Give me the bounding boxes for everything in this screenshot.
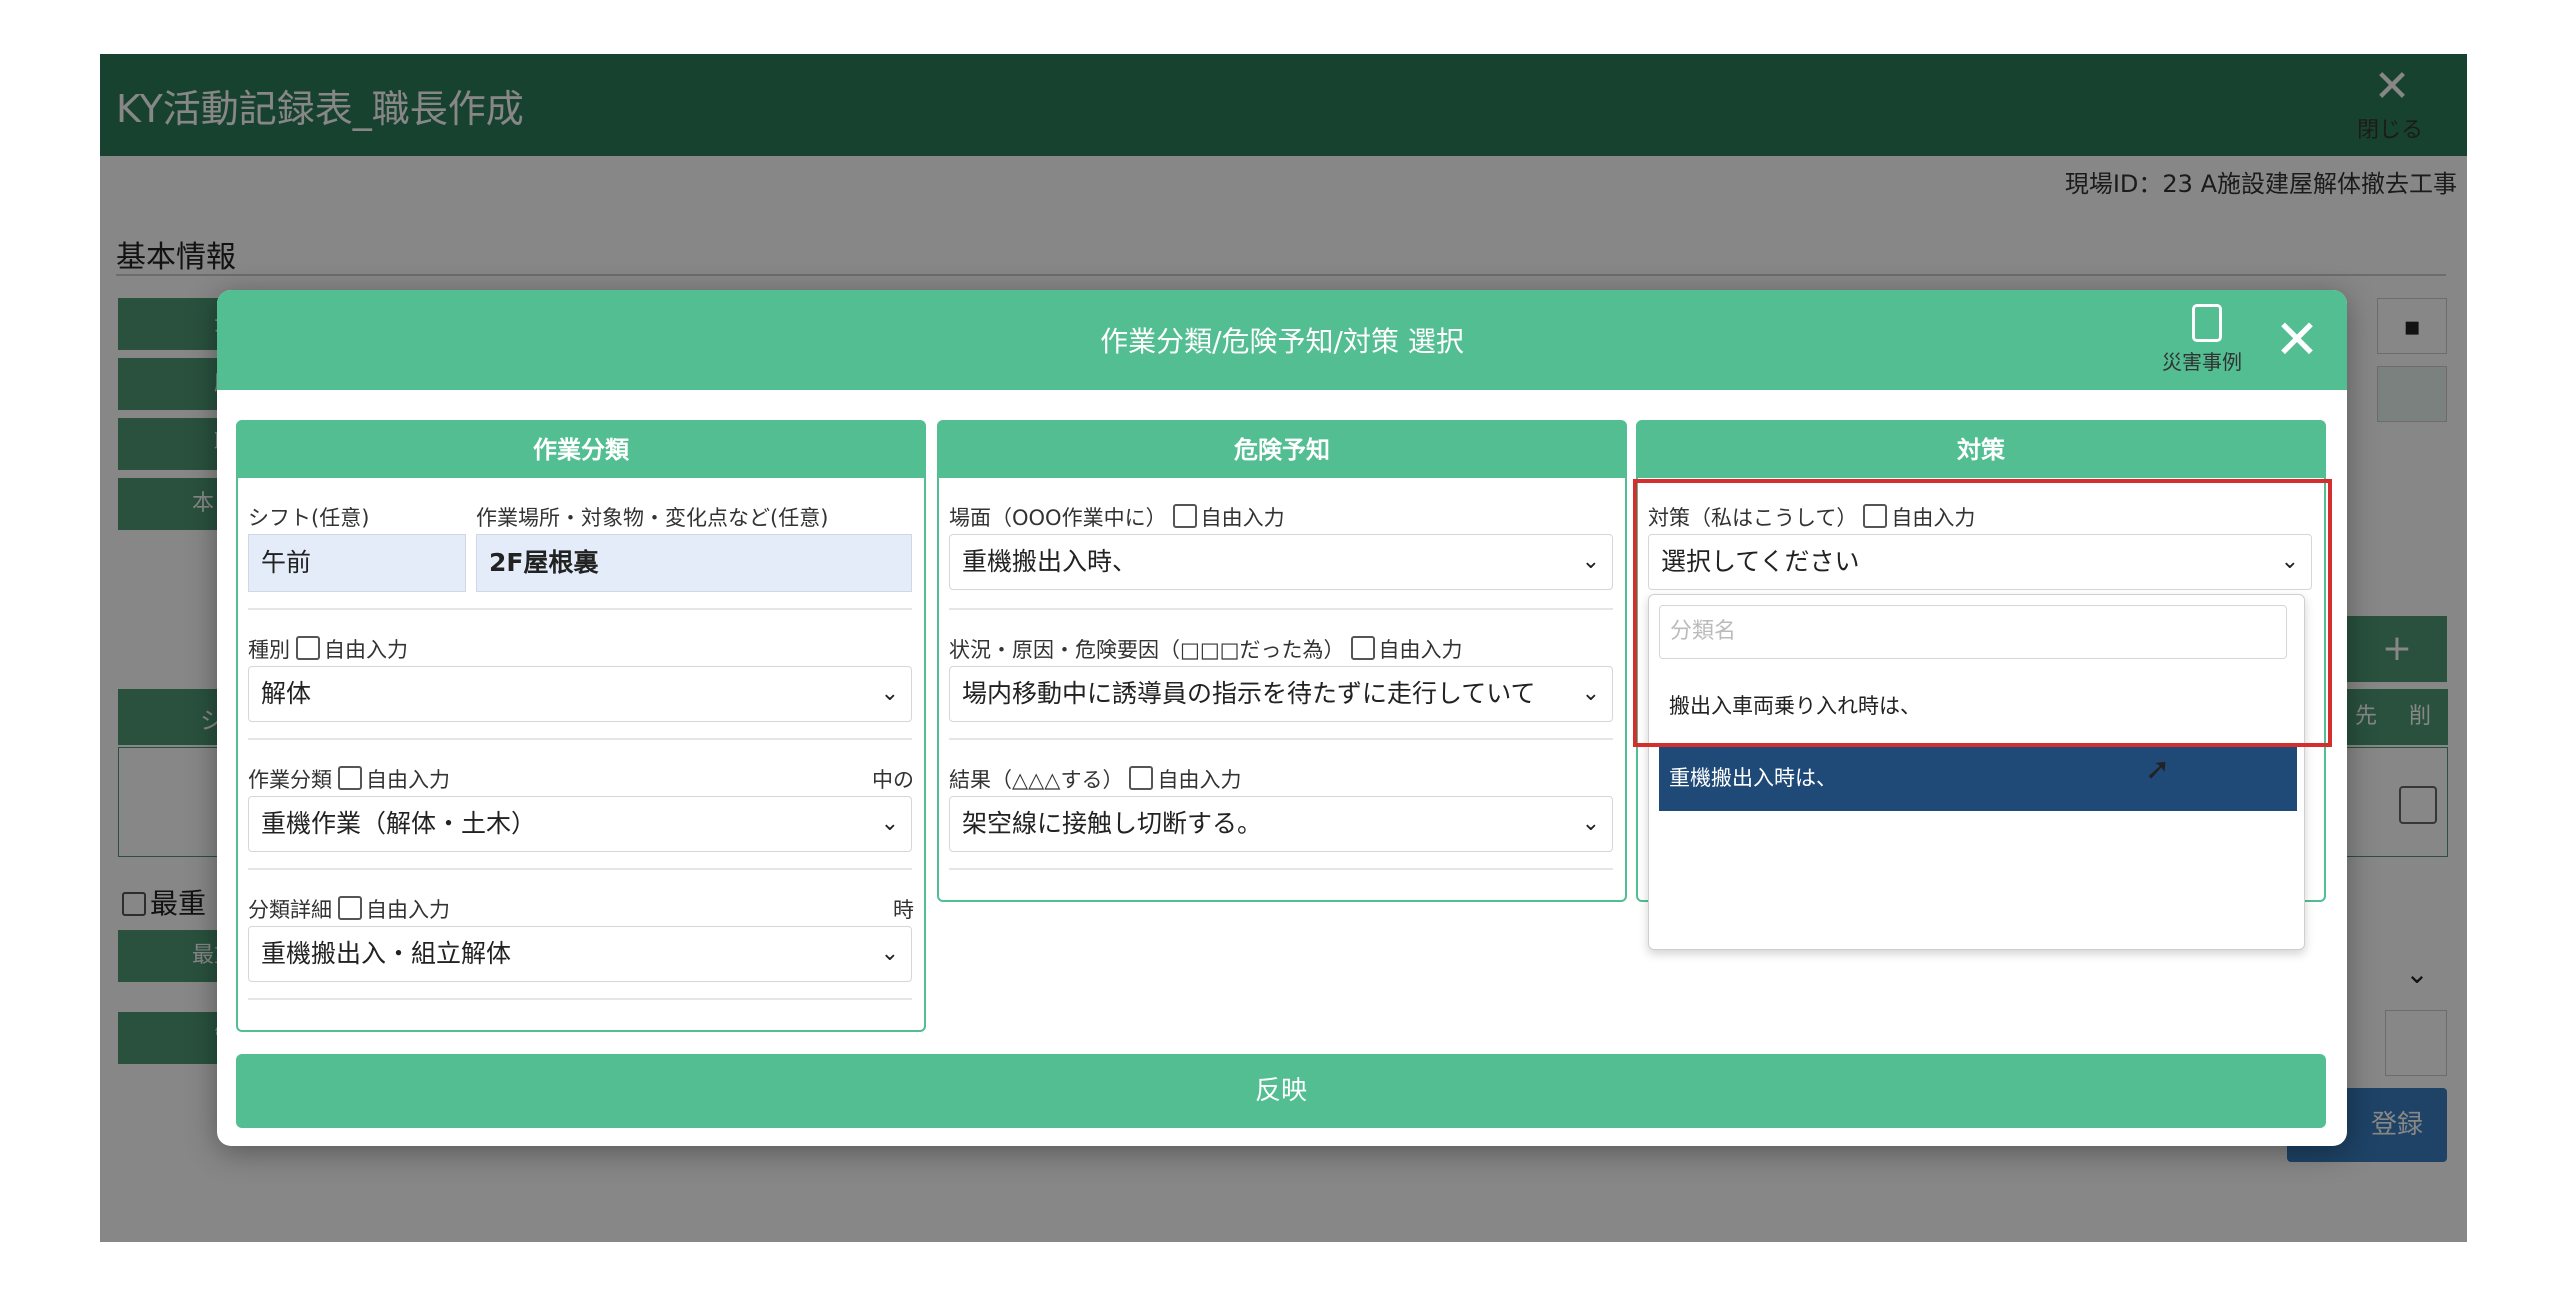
dropdown-search-input[interactable]: 分類名 [1659,605,2287,659]
scene-select[interactable]: 重機搬出入時、 ⌄ [949,534,1613,590]
cause-value: 場内移動中に誘導員の指示を待たずに走行していて [962,679,1536,708]
cause-select[interactable]: 場内移動中に誘導員の指示を待たずに走行していて ⌄ [949,666,1613,722]
hazard-header: 危険予知 [939,422,1625,478]
mouse-cursor-icon: ➚ [2145,752,2171,787]
countermeasure-panel: 対策 対策（私はこうして）自由入力 選択してください⌄ 対 結 分類名 搬出入車… [1636,420,2326,950]
checkbox-icon[interactable] [1863,504,1888,528]
modal-title: 作業分類/危険予知/対策 選択 [1100,325,1464,358]
detail-label: 分類詳細 自由入力 [248,896,450,922]
category-select[interactable]: 重機作業（解体・土木） ⌄ [248,796,912,852]
shift-field[interactable]: 午前 [248,534,466,592]
chevron-down-icon: ⌄ [1581,549,1600,574]
countermeasure-header: 対策 [1638,422,2324,478]
category-label: 作業分類 自由入力 [248,766,450,792]
place-field[interactable]: 2F屋根裏 [476,534,912,592]
apply-button[interactable]: 反映 [236,1054,2326,1128]
type-value: 解体 [261,679,312,708]
work-category-panel: 作業分類 シフト(任意) 作業場所・対象物・変化点など(任意) 午前 2F屋根裏… [236,420,926,1032]
detail-value: 重機搬出入・組立解体 [261,939,512,968]
cause-label: 状況・原因・危険要因（□□□だった為） 自由入力 [949,636,1463,662]
measure-select[interactable]: 選択してください ⌄ [1648,534,2312,590]
result-select[interactable]: 架空線に接触し切断する。 ⌄ [949,796,1613,852]
chevron-down-icon: ⌄ [1581,811,1600,836]
dropdown-option[interactable]: 搬出入車両乗り入れ時は、 [1659,673,2297,739]
result-value: 架空線に接触し切断する。 [962,809,1263,838]
close-icon[interactable]: ✕ [2267,310,2327,370]
dropdown-option-highlighted[interactable]: 重機搬出入時は、 [1659,745,2297,811]
detail-select[interactable]: 重機搬出入・組立解体 ⌄ [248,926,912,982]
category-value: 重機作業（解体・土木） [261,809,537,838]
result-label: 結果（△△△する） 自由入力 [949,766,1242,792]
measure-label: 対策（私はこうして） 自由入力 [1648,504,1976,530]
shift-label: シフト(任意) [248,506,370,530]
checkbox-icon[interactable] [1350,636,1375,660]
chevron-down-icon: ⌄ [880,681,899,706]
chevron-down-icon: ⌄ [880,941,899,966]
measure-dropdown-panel: 分類名 搬出入車両乗り入れ時は、 重機搬出入時は、 [1648,594,2305,950]
work-category-header: 作業分類 [238,422,924,478]
checkbox-icon[interactable] [1129,766,1154,790]
divider [248,608,912,610]
checkbox-icon[interactable] [338,896,362,920]
measure-value: 選択してください [1661,547,1860,576]
chevron-down-icon: ⌄ [2280,549,2299,574]
divider [949,868,1613,870]
disaster-cases-button[interactable]: 災害事例 [2162,304,2252,380]
modal-header: 作業分類/危険予知/対策 選択 災害事例 ✕ [217,290,2347,390]
detail-aside: 時 [893,898,914,922]
checkbox-icon[interactable] [338,766,362,790]
chevron-down-icon: ⌄ [880,811,899,836]
category-aside: 中の [872,768,914,792]
checkbox-icon[interactable] [296,636,320,660]
divider [949,738,1613,740]
notebook-icon [2192,304,2222,342]
hazard-prediction-panel: 危険予知 場面（OOO作業中に） 自由入力 重機搬出入時、 ⌄ 状況・原因・危険要因… [937,420,1627,902]
disaster-cases-label: 災害事例 [2162,350,2242,374]
divider [949,608,1613,610]
divider [248,738,912,740]
checkbox-icon[interactable] [1172,504,1197,528]
divider [248,998,912,1000]
selection-modal: 作業分類/危険予知/対策 選択 災害事例 ✕ 作業分類 シフト(任意) 作業場所… [217,290,2347,1146]
type-label: 種別 自由入力 [248,636,408,662]
scene-label: 場面（OOO作業中に） 自由入力 [949,504,1285,530]
place-label: 作業場所・対象物・変化点など(任意) [476,506,829,530]
chevron-down-icon: ⌄ [1581,681,1600,706]
divider [248,868,912,870]
scene-value: 重機搬出入時、 [962,547,1138,576]
type-select[interactable]: 解体 ⌄ [248,666,912,722]
